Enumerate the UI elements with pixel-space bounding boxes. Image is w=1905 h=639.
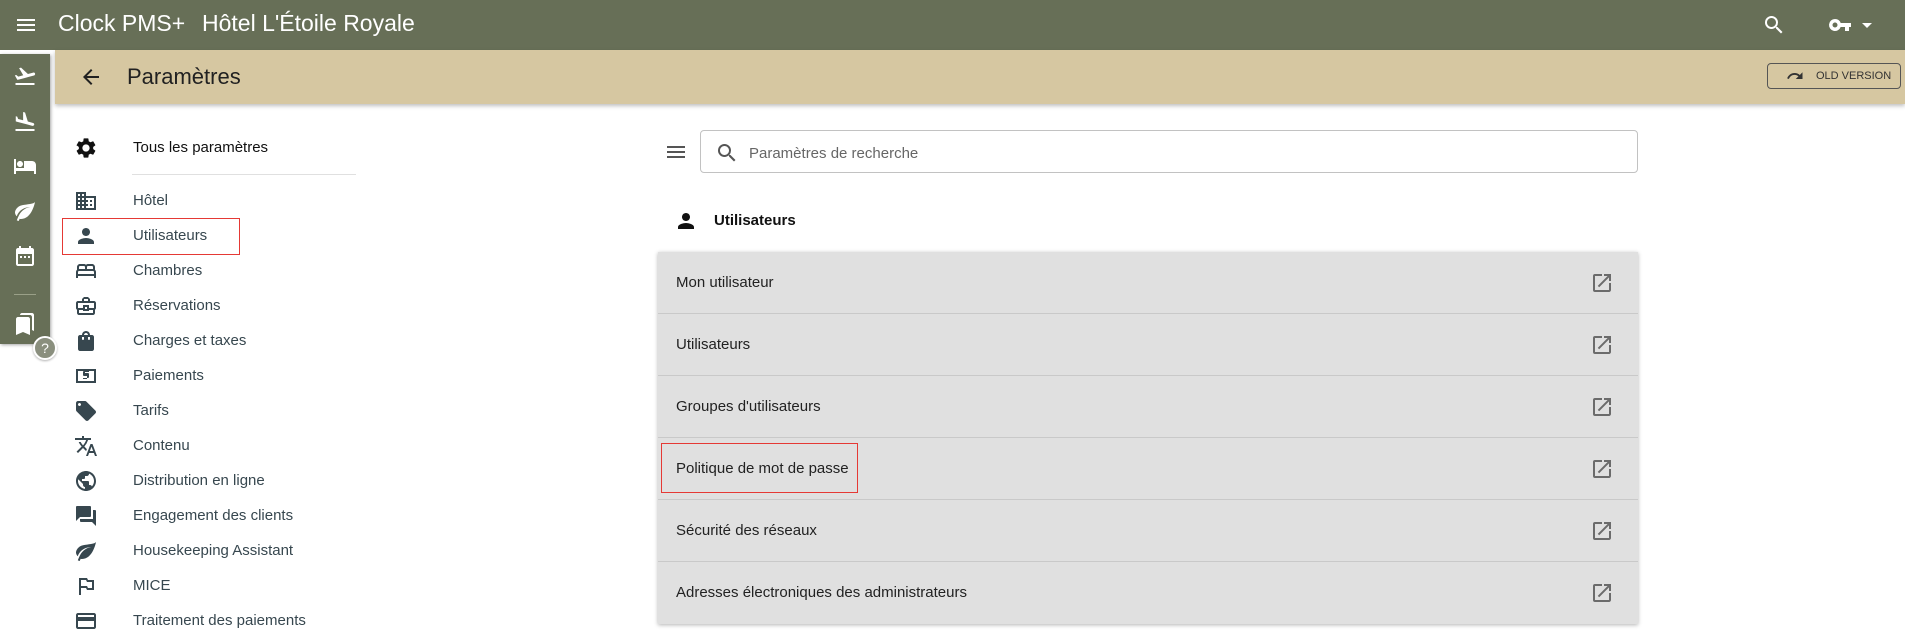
list-item-admin-emails[interactable]: Adresses électroniques des administrateu… <box>658 562 1638 624</box>
open-in-new-icon[interactable] <box>1590 581 1614 605</box>
highlight-box-users <box>62 218 240 255</box>
sidebar-item-label: Housekeeping Assistant <box>133 542 294 559</box>
sidebar-item-label: Chambres <box>133 262 203 279</box>
settings-search-field[interactable] <box>700 130 1638 173</box>
highlight-box-password-policy <box>661 443 858 493</box>
sidebar-item-label: Hôtel <box>133 192 169 209</box>
sidebar-item-charges-taxes[interactable]: Charges et taxes <box>62 326 362 356</box>
sidebar-item-housekeeping-assistant[interactable]: Housekeeping Assistant <box>62 536 362 566</box>
open-in-new-icon[interactable] <box>1590 333 1614 357</box>
sidebar-item-label: Charges et taxes <box>133 332 247 349</box>
open-in-new-icon[interactable] <box>1590 271 1614 295</box>
list-item-my-user[interactable]: Mon utilisateur <box>658 252 1638 314</box>
sidebar-item-content[interactable]: Contenu <box>62 431 362 461</box>
sidebar-item-label: Contenu <box>133 437 190 454</box>
translate-icon <box>75 436 97 456</box>
briefcase-icon <box>76 297 96 315</box>
page-header: Paramètres OLD VERSION <box>55 50 1905 104</box>
rail-divider <box>14 294 36 295</box>
flag-icon <box>79 578 94 595</box>
list-item-label: Sécurité des réseaux <box>676 522 817 539</box>
sidebar-divider <box>132 174 356 175</box>
sidebar-item-guest-engagement[interactable]: Engagement des clients <box>62 501 362 531</box>
bed-icon <box>76 264 96 278</box>
back-arrow-icon[interactable] <box>79 65 103 89</box>
section-title: Utilisateurs <box>714 212 796 229</box>
sidebar-item-label: Réservations <box>133 297 221 314</box>
open-in-new-icon[interactable] <box>1590 395 1614 419</box>
top-app-bar: Clock PMS+ Hôtel L'Étoile Royale <box>0 0 1905 50</box>
redo-arrow-icon <box>1787 72 1803 79</box>
sidebar-item-online-distribution[interactable]: Distribution en ligne <box>62 466 362 496</box>
help-icon[interactable]: ? <box>33 336 57 360</box>
open-in-new-icon[interactable] <box>1590 519 1614 543</box>
chat-icon <box>76 506 96 526</box>
open-in-new-icon[interactable] <box>1590 457 1614 481</box>
left-rail <box>0 54 50 344</box>
gear-icon <box>76 138 96 158</box>
list-item-users[interactable]: Utilisateurs <box>658 314 1638 376</box>
hamburger-menu-icon[interactable] <box>14 13 38 37</box>
sidebar-item-label: Tarifs <box>133 402 169 419</box>
sidebar-item-mice[interactable]: MICE <box>62 571 362 601</box>
list-item-label: Adresses électroniques des administrateu… <box>676 584 967 601</box>
globe-icon <box>76 471 96 491</box>
hotel-name: Hôtel L'Étoile Royale <box>202 10 415 36</box>
list-item-label: Mon utilisateur <box>676 274 774 291</box>
calendar-icon[interactable] <box>13 244 37 268</box>
sidebar-item-label: Distribution en ligne <box>133 472 265 489</box>
search-icon <box>718 144 736 162</box>
airplane-departure-icon[interactable] <box>13 64 37 88</box>
sidebar-item-payment-processing[interactable]: Traitement des paiements <box>62 606 362 636</box>
app-name: Clock PMS+ <box>58 10 186 36</box>
bookmarks-icon[interactable] <box>13 312 37 336</box>
sidebar-item-label: Paiements <box>133 367 204 384</box>
tag-icon <box>76 401 96 421</box>
leaf-icon <box>76 542 96 561</box>
list-item-label: Utilisateurs <box>676 336 751 353</box>
sidebar-item-rates[interactable]: Tarifs <box>62 396 362 426</box>
old-version-button[interactable]: OLD VERSION <box>1767 63 1901 89</box>
list-menu-icon[interactable] <box>664 140 688 164</box>
list-item-user-groups[interactable]: Groupes d'utilisateurs <box>658 376 1638 438</box>
sidebar-item-label: MICE <box>133 577 171 594</box>
key-menu-icon[interactable] <box>1822 11 1878 39</box>
sidebar-item-label: Traitement des paiements <box>133 612 306 629</box>
sidebar-item-reservations[interactable]: Réservations <box>62 291 362 321</box>
bed-icon[interactable] <box>13 154 37 178</box>
leaf-icon[interactable] <box>13 199 37 223</box>
nav-all-settings[interactable]: Tous les paramètres <box>62 133 362 163</box>
sidebar-item-label: Engagement des clients <box>133 507 294 524</box>
sidebar-item-hotel[interactable]: Hôtel <box>62 186 362 216</box>
dollar-icon <box>76 369 96 383</box>
page-title: Paramètres <box>127 64 241 89</box>
sidebar-item-rooms[interactable]: Chambres <box>62 256 362 286</box>
nav-all-settings-label: Tous les paramètres <box>133 139 269 156</box>
building-icon <box>76 192 96 210</box>
search-input[interactable] <box>747 137 1621 169</box>
shopping-bag-icon <box>78 331 94 351</box>
list-item-label: Groupes d'utilisateurs <box>676 398 821 415</box>
search-icon[interactable] <box>1762 13 1786 37</box>
person-icon <box>678 213 694 229</box>
old-version-label: OLD VERSION <box>1816 70 1892 82</box>
credit-card-icon <box>76 613 96 629</box>
list-item-network-security[interactable]: Sécurité des réseaux <box>658 500 1638 562</box>
airplane-arrival-icon[interactable] <box>13 110 37 134</box>
settings-card: Mon utilisateur Utilisateurs Groupes d'u… <box>658 252 1638 624</box>
sidebar-item-payments[interactable]: Paiements <box>62 361 362 391</box>
